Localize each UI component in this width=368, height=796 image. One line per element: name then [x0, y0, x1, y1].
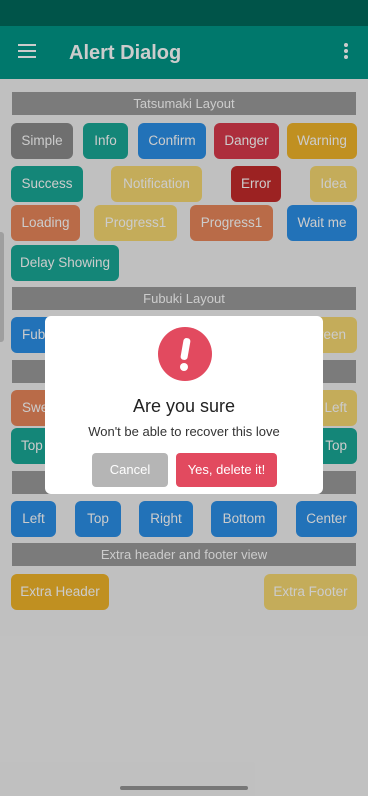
dialog-message: Won't be able to recover this love: [88, 424, 280, 439]
home-indicator[interactable]: [120, 786, 248, 790]
cancel-button[interactable]: Cancel: [92, 453, 168, 487]
dialog-title: Are you sure: [132, 396, 236, 416]
alert-dialog: Are you sure Won't be able to recover th…: [45, 316, 323, 494]
exclamation-icon: [158, 327, 212, 381]
delete-confirm-button[interactable]: Yes, delete it!: [176, 453, 277, 487]
